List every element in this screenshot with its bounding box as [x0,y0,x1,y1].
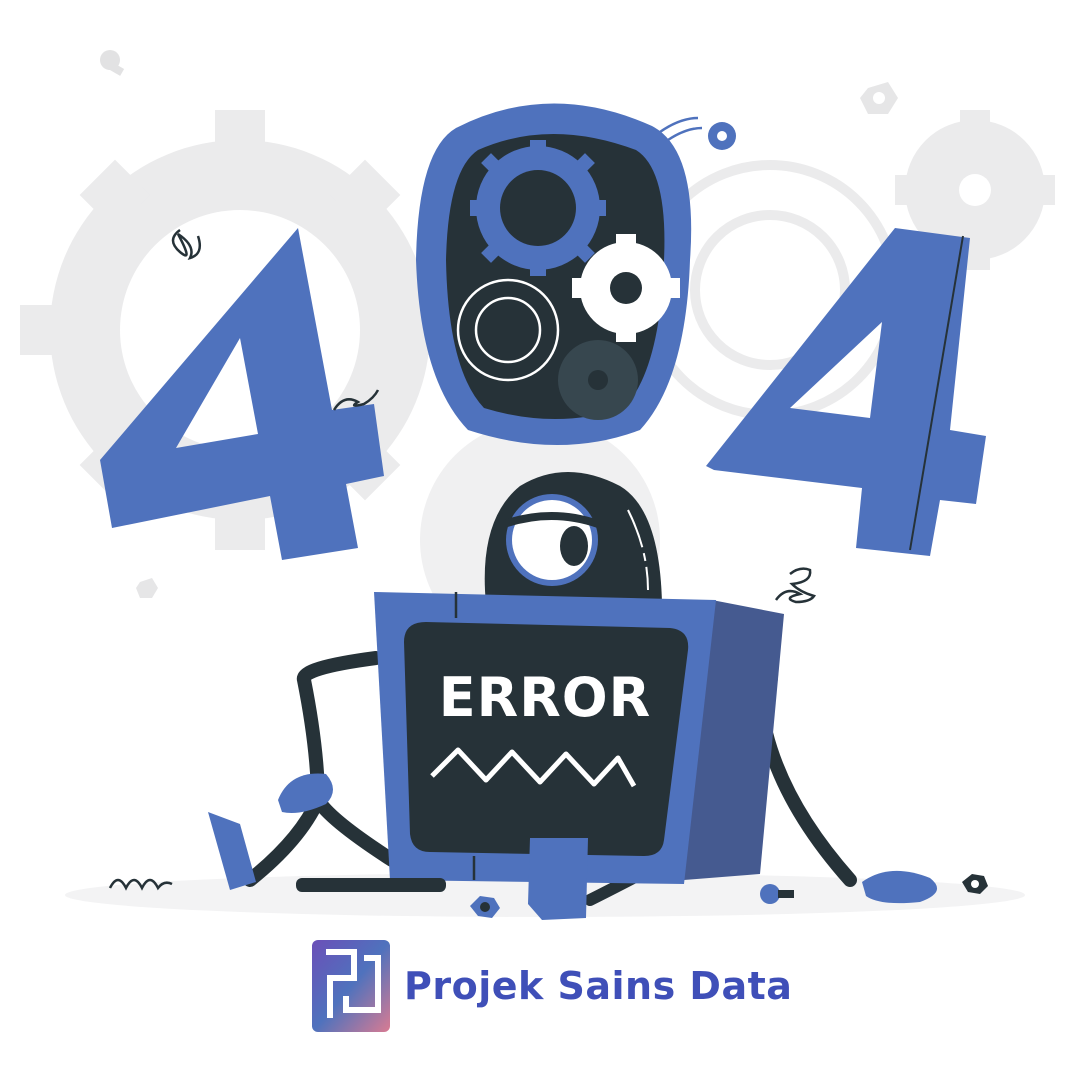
robot-foot-right [862,870,938,904]
nut-icon [136,578,158,598]
monitor-screen [404,622,689,856]
error-label: ERROR [438,666,652,729]
bolt-icon [100,50,125,76]
nut-icon [860,82,898,114]
brand-name: Projek Sains Data [404,964,793,1008]
ground-plate [296,878,446,892]
robot-arm-left [296,651,383,797]
brand-logo-spacer [308,938,390,1034]
error-404-illustration [20,50,1055,1032]
brand: Projek Sains Data [308,938,792,1034]
gear-icon [470,140,606,276]
monitor-stand [528,838,588,920]
robot-foot-left [208,812,256,890]
robot-leg-left [243,784,399,887]
gear-icon [558,340,638,420]
